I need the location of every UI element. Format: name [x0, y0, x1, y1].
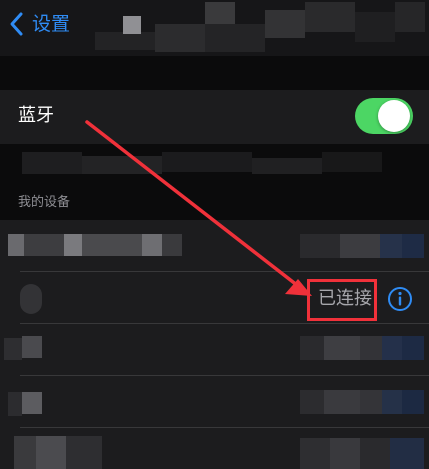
pixelated-title — [95, 2, 425, 54]
list-item[interactable] — [0, 324, 429, 376]
highlight-box — [307, 279, 377, 321]
chevron-left-icon[interactable] — [6, 10, 28, 38]
back-button[interactable]: 设置 — [32, 10, 70, 38]
my-devices-header: 我的设备 — [18, 195, 71, 210]
info-circle-icon[interactable] — [387, 286, 413, 312]
list-item[interactable] — [0, 376, 429, 428]
pixelated-description — [22, 152, 382, 174]
list-item[interactable] — [0, 428, 429, 469]
bluetooth-label: 蓝牙 — [18, 105, 54, 126]
toggle-knob — [378, 100, 410, 132]
section-gap — [0, 56, 429, 90]
list-item[interactable] — [0, 220, 429, 272]
